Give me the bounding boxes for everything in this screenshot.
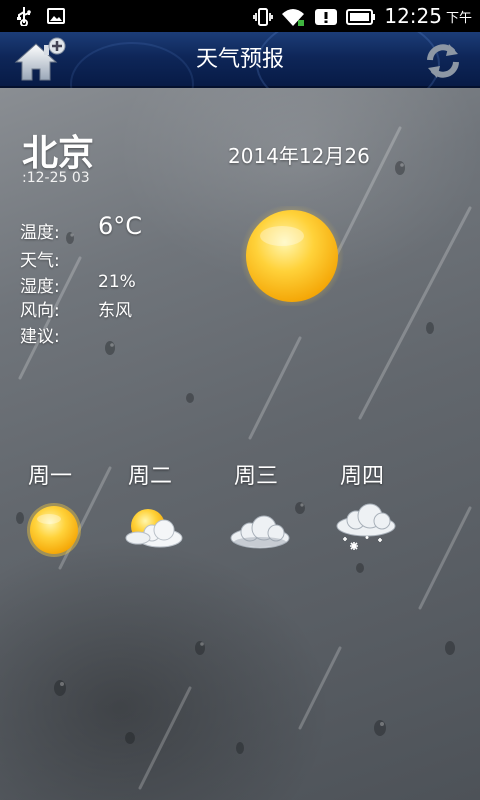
battery-icon bbox=[346, 6, 376, 26]
wifi-icon bbox=[280, 6, 306, 26]
forecast-day-3: 周三 bbox=[234, 464, 279, 489]
wind-value: 东风 bbox=[98, 301, 132, 321]
humidity-value: 21% bbox=[98, 272, 136, 292]
temperature-label: 温度: bbox=[20, 223, 60, 243]
refresh-button[interactable] bbox=[422, 40, 464, 82]
home-add-button[interactable] bbox=[12, 36, 68, 86]
home-add-icon bbox=[14, 37, 66, 81]
advice-label: 建议: bbox=[20, 327, 60, 347]
partly-cloudy-icon bbox=[125, 509, 183, 548]
status-time: 12:25 bbox=[384, 4, 442, 28]
notice-icon bbox=[314, 6, 338, 26]
snow-icon bbox=[336, 503, 396, 550]
forecast-day-2: 周二 bbox=[128, 464, 173, 489]
status-ampm: 下午 bbox=[445, 10, 472, 26]
title-bar: 天气预报 bbox=[0, 32, 480, 88]
cloudy-icon bbox=[230, 515, 290, 549]
weather-label: 天气: bbox=[20, 251, 60, 271]
page-title: 天气预报 bbox=[195, 47, 284, 72]
sun-icon bbox=[240, 206, 344, 306]
weather-panel: 北京 2014年12月26 :12-25 03 温度: 6°C 天气: 湿度: … bbox=[0, 88, 480, 800]
humidity-label: 湿度: bbox=[20, 277, 60, 297]
status-bar: 12:25 下午 bbox=[0, 0, 480, 32]
forecast-day-1: 周一 bbox=[28, 464, 73, 489]
usb-icon bbox=[14, 6, 34, 27]
update-time: :12-25 03 bbox=[22, 170, 90, 186]
rain-background bbox=[16, 126, 472, 790]
city-name: 北京 bbox=[22, 133, 95, 174]
current-date: 2014年12月26 bbox=[228, 144, 370, 168]
status-left-icons bbox=[14, 6, 66, 27]
temperature-value: 6°C bbox=[98, 212, 143, 240]
image-icon bbox=[46, 6, 66, 26]
vibrate-icon bbox=[252, 6, 274, 26]
sun-icon bbox=[27, 503, 81, 557]
wind-label: 风向: bbox=[20, 301, 60, 321]
status-right-icons: 12:25 下午 bbox=[252, 0, 472, 32]
forecast-day-4: 周四 bbox=[340, 464, 385, 489]
refresh-icon bbox=[427, 44, 459, 78]
